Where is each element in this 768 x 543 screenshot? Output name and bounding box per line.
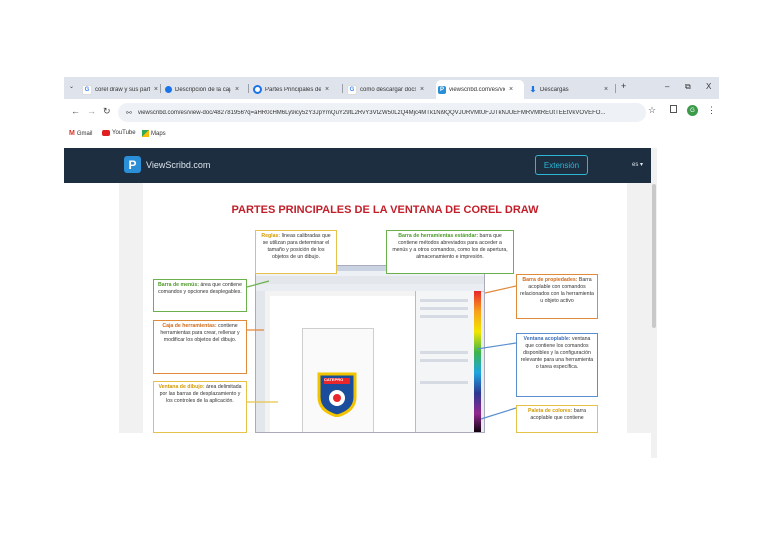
viewscribd-icon: P	[438, 85, 446, 94]
scrollbar-thumb[interactable]	[652, 184, 656, 328]
browser-window: ⌄ G corel draw y sus partes × Descripció…	[64, 77, 719, 462]
tab-label: Descargas	[540, 86, 569, 93]
tab-label: como descargar docs	[360, 86, 416, 93]
callout-key: Paleta de colores:	[528, 408, 573, 414]
bookmark-label: YouTube	[112, 130, 136, 136]
close-tab-icon[interactable]: ×	[154, 86, 158, 93]
side-panel-icon[interactable]	[670, 105, 677, 113]
address-toolbar: ← → ↻ ⚯ viewscribd.com/es/view-doc/48278…	[64, 99, 719, 126]
callout-key: Reglas:	[261, 233, 281, 239]
new-tab-button[interactable]: +	[621, 81, 626, 91]
menu-dots-icon[interactable]: ⋮	[707, 105, 716, 116]
callout-ventana-acoplable: Ventana acoplable: ventana que contiene …	[516, 333, 598, 397]
viewscribd-logo-icon[interactable]: P	[124, 156, 141, 173]
close-tab-icon[interactable]: ×	[325, 86, 329, 93]
minimize-button[interactable]: –	[665, 82, 669, 91]
page-viewport: P ViewScribd.com Extensión es ▾ PARTES P…	[64, 144, 719, 462]
close-window-button[interactable]: X	[706, 82, 711, 91]
tab-divider	[615, 84, 616, 93]
extension-button[interactable]: Extensión	[535, 155, 588, 175]
tab-label: Descripción de la caja	[175, 86, 231, 93]
tab-como-descargar[interactable]: G como descargar docs ×	[345, 80, 433, 99]
callout-key: Barra de propiedades:	[522, 277, 578, 283]
gmail-icon: M	[69, 130, 75, 137]
tab-divider	[160, 84, 161, 93]
tab-label: Partes Principales de la	[265, 86, 321, 93]
address-bar[interactable]: ⚯ viewscribd.com/es/view-doc/482781956?q…	[118, 103, 646, 122]
bookmark-star-icon[interactable]: ☆	[648, 105, 656, 116]
url-text[interactable]: viewscribd.com/es/view-doc/482781956?q=a…	[138, 110, 606, 116]
callout-caja-herramientas: Caja de herramientas: contiene herramien…	[153, 320, 247, 374]
close-tab-icon[interactable]: ×	[604, 86, 608, 93]
callout-key: Caja de herramientas:	[162, 323, 217, 329]
callout-key: Barra de menús:	[158, 282, 199, 288]
back-icon[interactable]: ←	[71, 106, 80, 116]
blue-dot-icon	[165, 86, 172, 93]
callout-key: Ventana acoplable:	[523, 336, 571, 342]
tab-corel-draw[interactable]: G corel draw y sus partes ×	[80, 80, 158, 99]
tab-divider	[342, 84, 343, 93]
callout-reglas: Reglas: líneas calibradas que se utiliza…	[255, 230, 337, 274]
profile-avatar[interactable]: G	[687, 105, 698, 116]
bookmark-youtube[interactable]: YouTube	[102, 130, 136, 136]
tab-descripcion[interactable]: Descripción de la caja ×	[163, 80, 245, 99]
google-icon: G	[82, 84, 92, 95]
download-icon: ⬇	[529, 85, 537, 94]
document-page: PARTES PRINCIPALES DE LA VENTANA DE CORE…	[143, 183, 627, 433]
site-info-icon[interactable]: ⚯	[126, 109, 132, 117]
maps-icon	[142, 130, 149, 137]
tab-descargas[interactable]: ⬇ Descargas ×	[527, 80, 615, 99]
reload-icon[interactable]: ↻	[103, 106, 111, 117]
site-header: P ViewScribd.com Extensión es ▾	[64, 148, 651, 183]
youtube-icon	[102, 130, 110, 136]
callout-paleta-colores: Paleta de colores: barra acoplable que c…	[516, 405, 598, 433]
site-brand[interactable]: ViewScribd.com	[146, 160, 210, 170]
bookmark-gmail[interactable]: M Gmail	[69, 130, 93, 137]
tab-label: viewscribd.com/es/vie	[449, 86, 505, 93]
tab-viewscribd[interactable]: P viewscribd.com/es/vie ×	[436, 80, 524, 99]
bookmark-label: Maps	[151, 130, 166, 137]
chrome-icon	[253, 85, 262, 94]
tab-bar: ⌄ G corel draw y sus partes × Descripció…	[64, 77, 719, 99]
callout-key: Ventana de dibujo:	[158, 384, 205, 390]
document-viewer[interactable]: PARTES PRINCIPALES DE LA VENTANA DE CORE…	[119, 183, 651, 433]
callout-key: Barra de herramientas estándar:	[398, 233, 479, 239]
restore-button[interactable]: ⧉	[685, 82, 691, 92]
bookmark-maps[interactable]: Maps	[142, 130, 166, 137]
close-tab-icon[interactable]: ×	[420, 86, 424, 93]
tab-divider	[248, 84, 249, 93]
bookmarks-bar: M Gmail YouTube Maps	[64, 126, 719, 144]
tab-partes-principales[interactable]: Partes Principales de la ×	[251, 80, 339, 99]
forward-icon[interactable]: →	[87, 106, 96, 116]
close-tab-icon[interactable]: ×	[509, 86, 513, 93]
language-select[interactable]: es ▾	[632, 161, 643, 168]
google-icon: G	[347, 84, 357, 95]
callout-barra-herramientas: Barra de herramientas estándar: barra qu…	[386, 230, 514, 274]
callout-ventana-dibujo: Ventana de dibujo: área delimitada por l…	[153, 381, 247, 433]
bookmark-label: Gmail	[76, 130, 93, 137]
tab-label: corel draw y sus partes	[95, 86, 150, 93]
tab-search-icon[interactable]: ⌄	[69, 83, 74, 90]
callout-barra-menus: Barra de menús: área que contiene comand…	[153, 279, 247, 312]
callout-barra-propiedades: Barra de propiedades: Barra acoplable co…	[516, 274, 598, 319]
close-tab-icon[interactable]: ×	[235, 86, 239, 93]
